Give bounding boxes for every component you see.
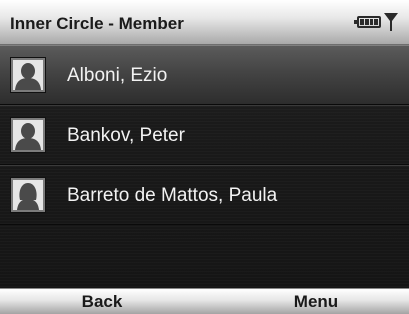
contact-list[interactable]: Alboni, Ezio Bankov, Peter Barreto de Ma… bbox=[0, 45, 409, 225]
page-title: Inner Circle - Member bbox=[10, 14, 184, 33]
contact-silhouette-icon bbox=[11, 118, 45, 152]
phone-screen: Inner Circle - Member Alboni, Ezio Banko… bbox=[0, 0, 409, 314]
contact-name: Barreto de Mattos, Paula bbox=[67, 185, 278, 206]
contact-silhouette-female-icon bbox=[11, 178, 45, 212]
softkey-bar: Back Menu bbox=[0, 288, 409, 314]
contact-name: Alboni, Ezio bbox=[67, 65, 168, 86]
menu-softkey[interactable]: Menu bbox=[256, 289, 376, 314]
contact-row-barreto[interactable]: Barreto de Mattos, Paula bbox=[0, 165, 409, 225]
back-softkey[interactable]: Back bbox=[42, 289, 162, 314]
signal-antenna-icon bbox=[384, 13, 398, 31]
contact-row-bankov[interactable]: Bankov, Peter bbox=[0, 105, 409, 165]
contact-name: Bankov, Peter bbox=[67, 125, 185, 146]
contact-silhouette-icon bbox=[11, 58, 45, 92]
contact-row-alboni[interactable]: Alboni, Ezio bbox=[0, 45, 409, 105]
battery-icon bbox=[354, 16, 381, 28]
title-bar: Inner Circle - Member bbox=[0, 0, 409, 45]
status-icons bbox=[354, 4, 399, 40]
